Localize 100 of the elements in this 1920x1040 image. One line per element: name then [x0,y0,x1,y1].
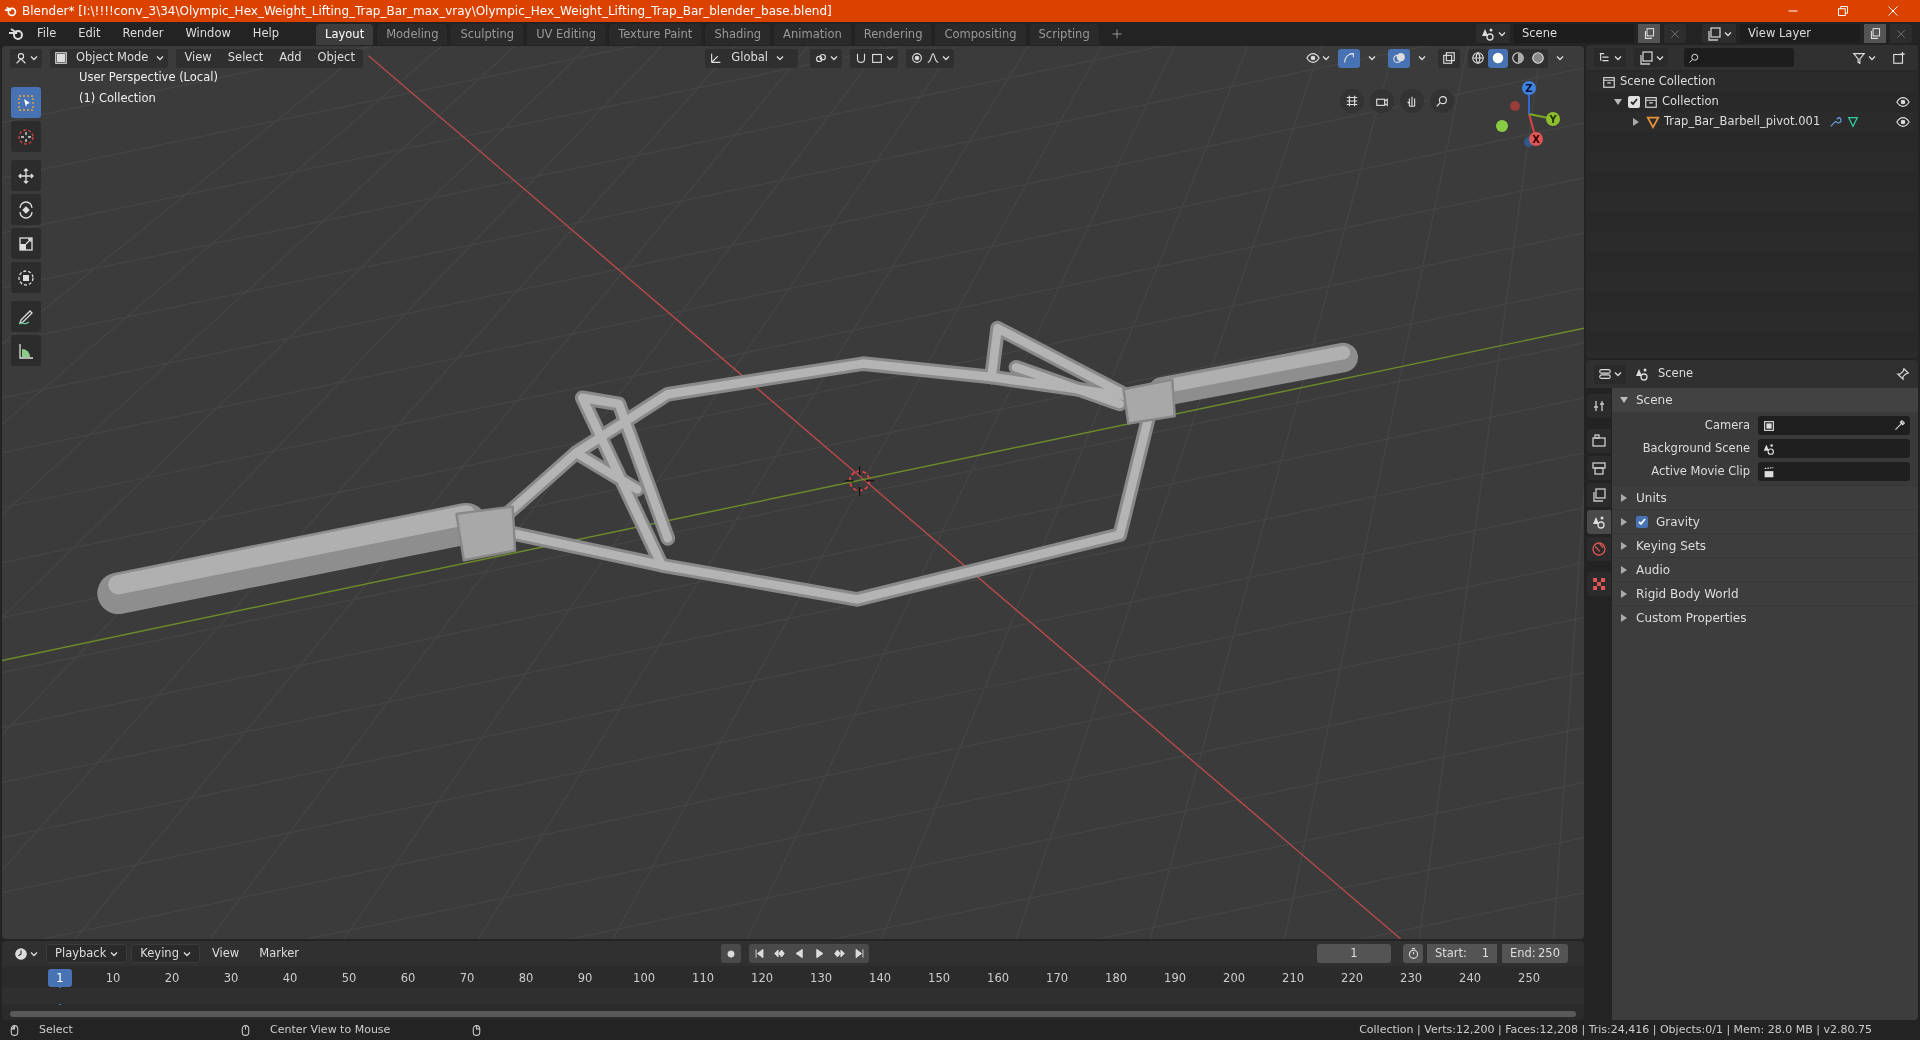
panel-title[interactable]: Rigid Body World [1636,584,1739,603]
workspace-tab[interactable]: Modeling [377,24,448,45]
scene-field[interactable]: Scene [1514,24,1634,43]
tool-button[interactable] [11,335,41,366]
properties-tab[interactable] [1587,483,1611,507]
editor-type-button[interactable] [1594,48,1626,67]
disclosure-arrow-icon[interactable] [1614,98,1622,106]
properties-tab[interactable] [1587,394,1611,418]
3d-viewport[interactable]: Object Mode View Select Add Object Global User Perspective (Local) (1) Collection X Y Z [2,46,1584,939]
menu-item[interactable]: Window [176,23,240,44]
properties-tab[interactable] [1587,572,1611,596]
disclosure-arrow-icon[interactable] [1632,118,1640,126]
panel-title[interactable]: Keying Sets [1636,536,1707,555]
current-frame-marker[interactable]: 1 [48,969,72,987]
mode-dropdown[interactable]: Object Mode [50,48,169,68]
properties-tab[interactable] [1587,537,1611,561]
current-frame-field[interactable]: 1 [1317,944,1391,963]
viewport-menu[interactable]: Add [271,48,310,68]
search-field[interactable] [1684,48,1794,67]
workspace-tab[interactable]: Sculpting [451,24,524,45]
object-field[interactable] [1758,439,1910,458]
timeline-menu[interactable]: View [203,944,248,963]
snap-button[interactable] [850,48,898,68]
record-button[interactable] [721,944,741,963]
timeline-menu[interactable]: Keying [131,944,200,963]
workspace-tab[interactable]: Rendering [854,24,932,45]
new-view-layer-button[interactable] [1864,24,1886,43]
caret-icon [156,54,165,62]
menu-item[interactable]: Edit [69,23,110,44]
camera-view-button[interactable] [1370,89,1394,113]
menu-item[interactable]: Render [113,23,173,44]
viewport-menu[interactable]: Select [219,48,272,68]
panel-title[interactable]: Scene [1636,391,1673,409]
outliner-item[interactable]: Scene Collection [1620,73,1716,91]
tool-button[interactable] [11,121,41,152]
panel-title[interactable]: Audio [1636,560,1671,579]
checkbox[interactable] [1628,96,1640,108]
workspace-tab[interactable]: Compositing [935,24,1026,45]
delete-view-layer-button[interactable] [1890,24,1912,43]
pivot-dropdown[interactable] [810,48,842,68]
timeline-menu[interactable]: Marker [251,944,307,963]
gizmo-toggle[interactable] [1338,48,1360,68]
menu-item[interactable]: Help [243,23,289,44]
panel-title[interactable]: Units [1636,488,1667,507]
tool-button[interactable] [11,262,41,293]
logo-icon[interactable] [8,25,24,42]
timeline-scrollbar[interactable] [10,1011,1576,1017]
checkbox[interactable] [1636,515,1648,528]
properties-tab[interactable] [1587,456,1611,480]
editor-type-button[interactable] [10,48,42,68]
disclosure-arrow-icon[interactable] [1620,613,1628,622]
object-field[interactable] [1758,416,1910,435]
tool-button[interactable] [11,160,41,191]
disclosure-arrow-icon[interactable] [1620,396,1628,404]
timeline-menu[interactable]: Playback [46,944,128,963]
outliner-item[interactable]: Collection [1662,93,1719,111]
properties-tab[interactable] [1587,429,1611,453]
menu-item[interactable]: File [28,23,66,44]
tool-button[interactable] [11,228,41,259]
viewport-menu[interactable]: Object [309,48,363,68]
workspace-tab[interactable]: Animation [774,24,851,45]
xray-toggle[interactable] [1438,48,1460,68]
object-field[interactable] [1758,462,1910,481]
view-layer-field[interactable]: View Layer [1740,24,1860,43]
new-scene-button[interactable] [1638,24,1660,43]
panel-title[interactable]: Gravity [1656,512,1700,531]
3d-cursor-icon[interactable] [844,465,875,497]
workspace-tab[interactable]: UV Editing [527,24,606,45]
view-layer-type-button[interactable] [1702,24,1736,43]
disclosure-arrow-icon[interactable] [1620,589,1628,598]
workspace-tab[interactable]: Texture Paint [609,24,702,45]
tool-button[interactable] [11,194,41,225]
workspace-tab[interactable]: Layout [316,24,374,45]
end-frame-field[interactable]: End: 250 [1502,944,1568,963]
orientation-dropdown[interactable]: Global [705,48,798,68]
proportional-edit-button[interactable] [906,48,954,68]
properties-tab[interactable] [1587,510,1611,534]
tool-button[interactable] [11,301,41,332]
pin-icon[interactable] [1896,367,1910,381]
navigation-gizmo[interactable]: X Y Z [1489,74,1569,154]
disclosure-arrow-icon[interactable] [1620,565,1628,574]
viewport-menu[interactable]: View [176,48,220,68]
panel-title[interactable]: Custom Properties [1636,608,1747,627]
shading-mode-button[interactable] [1488,48,1508,68]
start-frame-field[interactable]: Start: 1 [1427,944,1497,963]
workspace-tab[interactable]: Shading [705,24,771,45]
grid-view-button[interactable] [1340,89,1364,113]
stopwatch-button[interactable] [1403,944,1423,963]
display-mode-button[interactable] [1634,48,1668,67]
workspace-tab[interactable]: Scripting [1029,24,1099,45]
disclosure-arrow-icon[interactable] [1620,517,1628,526]
pan-view-button[interactable] [1400,89,1424,113]
delete-scene-button[interactable] [1664,24,1686,43]
scene-type-button[interactable] [1476,24,1510,43]
overlay-toggle[interactable] [1388,48,1410,68]
disclosure-arrow-icon[interactable] [1620,493,1628,502]
editor-type-button[interactable] [1594,364,1626,384]
zoom-view-button[interactable] [1430,89,1454,113]
disclosure-arrow-icon[interactable] [1620,541,1628,550]
outliner-item[interactable]: Trap_Bar_Barbell_pivot.001 [1664,113,1821,131]
